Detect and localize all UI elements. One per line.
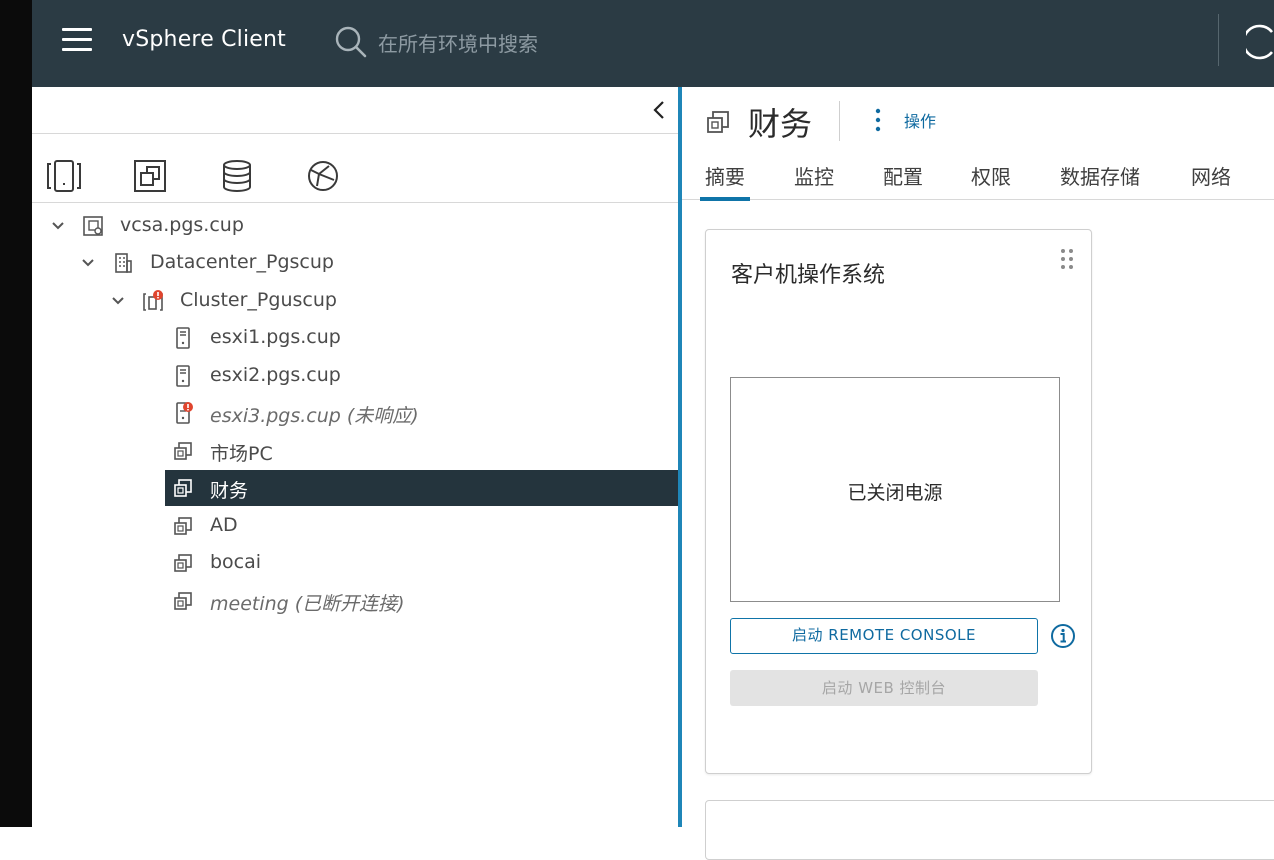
header-divider — [1218, 14, 1219, 66]
storage-icon[interactable] — [219, 158, 255, 194]
tree-item-label: esxi3.pgs.cup (未响应) — [210, 405, 419, 427]
tree-item-label: esxi1.pgs.cup — [210, 326, 341, 348]
tree-item-vm[interactable]: 市场PC — [32, 433, 678, 469]
vm-icon — [174, 479, 192, 497]
tab-permissions[interactable]: 权限 — [971, 161, 1011, 190]
tree-item-vm[interactable]: AD — [32, 508, 678, 544]
tree-item-label: vcsa.pgs.cup — [120, 214, 244, 236]
app-header: vSphere Client 在所有环境中搜索 — [32, 0, 1274, 87]
tree-item-label: Cluster_Pguscup — [180, 289, 337, 311]
vm-icon — [174, 554, 192, 572]
tree-item-vm[interactable]: bocai — [32, 545, 678, 581]
tree-item-cluster[interactable]: Cluster_Pguscup — [32, 283, 678, 319]
hosts-clusters-icon[interactable] — [46, 158, 82, 194]
actions-menu-button[interactable]: 操作 — [904, 108, 936, 132]
chevron-down-icon[interactable] — [110, 293, 126, 309]
tab-monitor[interactable]: 监控 — [794, 161, 834, 190]
tree-item-datacenter[interactable]: Datacenter_Pgscup — [32, 245, 678, 281]
object-tabs: 摘要 监控 配置 权限 数据存储 网络 — [682, 155, 1274, 201]
search-icon[interactable] — [334, 25, 368, 59]
second-card — [705, 800, 1274, 860]
collapse-navigator-icon[interactable] — [650, 99, 668, 121]
tree-item-host-not-responding[interactable]: esxi3.pgs.cup (未响应) — [32, 395, 678, 431]
cluster-alert-icon — [143, 290, 163, 311]
tree-item-vm-disconnected[interactable]: meeting (已断开连接) — [32, 583, 678, 619]
tree-item-label: esxi2.pgs.cup — [210, 364, 341, 386]
window-left-edge — [0, 0, 32, 827]
host-alert-icon — [176, 402, 193, 424]
tree-item-label: AD — [210, 514, 238, 536]
launch-web-console-button: 启动 WEB 控制台 — [730, 670, 1038, 706]
drag-handle-icon[interactable] — [1060, 248, 1074, 270]
host-icon — [176, 365, 190, 387]
refresh-icon[interactable] — [1246, 22, 1274, 62]
global-search-input[interactable]: 在所有环境中搜索 — [378, 28, 538, 57]
tab-summary[interactable]: 摘要 — [700, 161, 750, 201]
tree-item-label: bocai — [210, 551, 262, 573]
launch-remote-console-button[interactable]: 启动 REMOTE CONSOLE — [730, 618, 1038, 654]
vcenter-icon — [83, 216, 103, 236]
more-vertical-icon[interactable] — [874, 107, 882, 133]
guest-os-card: 客户机操作系统 已关闭电源 启动 REMOTE CONSOLE 启动 WEB 控… — [705, 229, 1092, 774]
tree-item-label: Datacenter_Pgscup — [150, 251, 334, 273]
tab-configure[interactable]: 配置 — [883, 161, 923, 190]
inventory-navigator: vcsa.pgs.cup Datacenter_Pgscup Cluster_P… — [32, 87, 678, 827]
object-detail-panel: 财务 操作 摘要 监控 配置 权限 数据存储 网络 客户机操作系统 已关闭电源 … — [682, 87, 1274, 860]
navigator-view-tabs — [32, 134, 678, 203]
hamburger-icon[interactable] — [62, 28, 92, 52]
tree-item-label: meeting (已断开连接) — [210, 593, 405, 615]
info-icon[interactable] — [1050, 623, 1076, 649]
object-title: 财务 — [748, 105, 813, 143]
chevron-down-icon[interactable] — [80, 255, 96, 271]
title-divider — [839, 101, 840, 141]
tree-item-label: 市场PC — [210, 443, 273, 465]
host-icon — [176, 327, 190, 349]
chevron-down-icon[interactable] — [50, 218, 66, 234]
vm-icon — [174, 517, 192, 535]
vm-icon — [174, 592, 192, 610]
vms-templates-icon[interactable] — [133, 158, 169, 194]
tab-datastores[interactable]: 数据存储 — [1060, 161, 1140, 190]
network-icon[interactable] — [305, 158, 341, 194]
datacenter-icon — [115, 253, 132, 273]
vm-icon — [707, 111, 729, 133]
tree-item-host[interactable]: esxi1.pgs.cup — [32, 320, 678, 356]
card-title: 客户机操作系统 — [731, 263, 886, 288]
tree-item-host[interactable]: esxi2.pgs.cup — [32, 358, 678, 394]
tab-networks[interactable]: 网络 — [1191, 161, 1231, 190]
navigator-toolbar — [32, 87, 678, 134]
tree-item-vm-selected[interactable]: 财务 — [32, 470, 678, 506]
console-preview[interactable]: 已关闭电源 — [730, 377, 1060, 602]
vm-icon — [174, 442, 192, 460]
app-title: vSphere Client — [122, 27, 287, 52]
power-status-text: 已关闭电源 — [847, 482, 943, 504]
tree-item-vcenter[interactable]: vcsa.pgs.cup — [32, 208, 678, 244]
tree-item-label: 财务 — [210, 480, 249, 502]
